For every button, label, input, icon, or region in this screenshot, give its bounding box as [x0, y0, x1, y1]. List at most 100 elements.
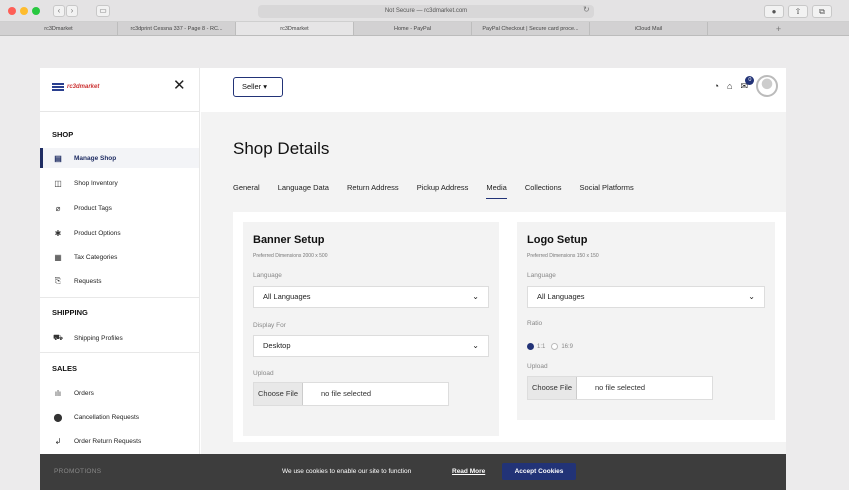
logo-language-label: Language: [527, 272, 556, 279]
sidebar-item-product-options[interactable]: ✱ Product Options: [40, 223, 199, 243]
logo-language-value: All Languages: [537, 292, 585, 301]
sidebar-divider: [40, 111, 199, 112]
display-for-select[interactable]: Desktop ⌄: [253, 335, 489, 357]
section-shop: SHOP: [52, 130, 74, 139]
tab-pickup-address[interactable]: Pickup Address: [417, 183, 469, 199]
section-promotions: PROMOTIONS: [54, 468, 102, 475]
tab-general[interactable]: General: [233, 183, 260, 199]
logo-file-input[interactable]: Choose File no file selected: [527, 376, 713, 400]
sidebar: rc3dmarket ✕ SHOP ▤ Manage Shop ◫ Shop Inv…: [40, 68, 200, 490]
sidebar-item-order-return-requests[interactable]: ↲ Order Return Requests: [40, 431, 199, 451]
new-tab-button[interactable]: +: [708, 22, 849, 35]
chevron-down-icon: ⌄: [748, 292, 755, 301]
sidebar-item-label: Tax Categories: [74, 253, 118, 261]
seller-dropdown[interactable]: Seller ▾: [233, 77, 283, 97]
browser-tab-active[interactable]: rc3Dmarket: [236, 22, 354, 35]
sidebar-item-tax-categories[interactable]: ▦ Tax Categories: [40, 247, 199, 267]
tab-social-platforms[interactable]: Social Platforms: [580, 183, 634, 199]
browser-tab[interactable]: iCloud Mail: [590, 22, 708, 35]
accept-cookies-button[interactable]: Accept Cookies: [502, 463, 576, 480]
section-shipping: SHIPPING: [52, 308, 88, 317]
logo-language-select[interactable]: All Languages ⌄: [527, 286, 765, 308]
sidebar-item-orders[interactable]: ılı Orders: [40, 383, 199, 403]
logo-upload-label: Upload: [527, 363, 548, 370]
cookie-banner: PROMOTIONS We use cookies to enable our …: [40, 454, 786, 490]
maximize-window-button[interactable]: [32, 7, 40, 15]
main-content: Seller ▾ ◔ ⌂ ✉ 0 Shop Details General Lan…: [201, 68, 786, 490]
dashboard-icon[interactable]: ◔: [714, 81, 719, 91]
gear-icon: ✱: [54, 228, 62, 238]
chevron-down-icon: ⌄: [472, 341, 479, 350]
read-more-link[interactable]: Read More: [452, 468, 485, 475]
top-bar: Seller ▾ ◔ ⌂ ✉ 0: [201, 68, 786, 112]
messages-icon[interactable]: ✉ 0: [740, 75, 755, 92]
sidebar-item-shipping-profiles[interactable]: ⛟ Shipping Profiles: [40, 328, 199, 348]
address-bar[interactable]: Not Secure — rc3dmarket.com: [258, 5, 594, 18]
banner-file-input[interactable]: Choose File no file selected: [253, 382, 449, 406]
banner-language-select[interactable]: All Languages ⌄: [253, 286, 489, 308]
minimize-window-button[interactable]: [20, 7, 28, 15]
tab-media[interactable]: Media: [486, 183, 507, 199]
site-logo[interactable]: rc3dmarket: [52, 82, 122, 92]
browser-tab[interactable]: rc3Dmarket: [0, 22, 118, 35]
sidebar-item-manage-shop[interactable]: ▤ Manage Shop: [40, 148, 199, 168]
page-title: Shop Details: [233, 139, 330, 158]
sidebar-item-label: Product Options: [74, 229, 121, 237]
browser-tab[interactable]: PayPal Checkout | Secure card proce...: [472, 22, 590, 35]
media-panel: Banner Setup Preferred Dimensions 2000 x…: [233, 212, 786, 442]
app-window: rc3dmarket ✕ SHOP ▤ Manage Shop ◫ Shop Inv…: [40, 68, 786, 490]
browser-titlebar: ‹ › ▭ Not Secure — rc3dmarket.com ↻ ● ⇧ …: [0, 0, 849, 22]
browser-tab[interactable]: rc3dprint Cessna 337 - Page 8 - RC...: [118, 22, 236, 35]
sidebar-item-product-tags[interactable]: ⌀ Product Tags: [40, 198, 199, 218]
cancel-icon: ⬤: [53, 412, 63, 422]
sidebar-item-cancellation-requests[interactable]: ⬤ Cancellation Requests: [40, 407, 199, 427]
cookie-message: We use cookies to enable our site to fun…: [282, 468, 412, 475]
logo-text: rc3dmarket: [67, 84, 100, 90]
section-sales: SALES: [52, 364, 78, 373]
ratio-16-9-label: 16:9: [561, 343, 574, 350]
sidebar-item-requests[interactable]: ⎘ Requests: [40, 271, 199, 291]
browser-tab[interactable]: Home - PayPal: [354, 22, 472, 35]
ratio-options: 1:1 16:9: [527, 343, 573, 350]
avatar[interactable]: [756, 75, 778, 97]
logo-setup-title: Logo Setup: [527, 234, 588, 246]
reload-icon[interactable]: ↻: [583, 5, 590, 14]
logo-mark-icon: [52, 83, 64, 91]
tab-language-data[interactable]: Language Data: [278, 183, 329, 199]
banner-upload-label: Upload: [253, 370, 274, 377]
ratio-16-9-radio[interactable]: [551, 343, 559, 350]
logo-choose-file-button[interactable]: Choose File: [528, 377, 578, 399]
display-for-label: Display For: [253, 322, 286, 329]
home-icon[interactable]: ⌂: [727, 81, 732, 91]
sidebar-item-label: Requests: [74, 277, 102, 285]
share-icon[interactable]: ⇧: [788, 5, 808, 18]
forward-button[interactable]: ›: [66, 5, 78, 17]
banner-dimensions-hint: Preferred Dimensions 2000 x 500: [253, 253, 328, 259]
display-for-value: Desktop: [263, 341, 291, 350]
tab-collections[interactable]: Collections: [525, 183, 562, 199]
truck-icon: ⛟: [52, 333, 64, 342]
ratio-1-1-radio[interactable]: [527, 343, 534, 350]
sidebar-toggle-icon[interactable]: ▭: [96, 5, 110, 17]
privacy-icon[interactable]: ●: [764, 5, 784, 18]
close-sidebar-icon[interactable]: ✕: [173, 78, 186, 93]
tabs-overview-icon[interactable]: ⧉: [812, 5, 832, 18]
sidebar-divider: [40, 297, 199, 298]
banner-choose-file-button[interactable]: Choose File: [254, 383, 304, 405]
sidebar-item-label: Manage Shop: [74, 154, 117, 162]
seller-label: Seller: [242, 82, 262, 91]
tab-return-address[interactable]: Return Address: [347, 183, 399, 199]
sidebar-divider: [40, 352, 199, 353]
sidebar-item-label: Cancellation Requests: [74, 413, 140, 421]
banner-language-value: All Languages: [263, 292, 311, 301]
banner-setup-title: Banner Setup: [253, 234, 325, 246]
back-button[interactable]: ‹: [53, 5, 65, 17]
sidebar-item-label: Product Tags: [74, 204, 112, 212]
top-icons: ◔ ⌂ ✉ 0: [714, 75, 778, 97]
ratio-label: Ratio: [527, 320, 543, 327]
sidebar-item-shop-inventory[interactable]: ◫ Shop Inventory: [40, 173, 199, 193]
sidebar-item-label: Shop Inventory: [74, 179, 118, 187]
sidebar-item-label: Order Return Requests: [74, 437, 142, 445]
close-window-button[interactable]: [8, 7, 16, 15]
sidebar-item-label: Orders: [74, 389, 94, 397]
